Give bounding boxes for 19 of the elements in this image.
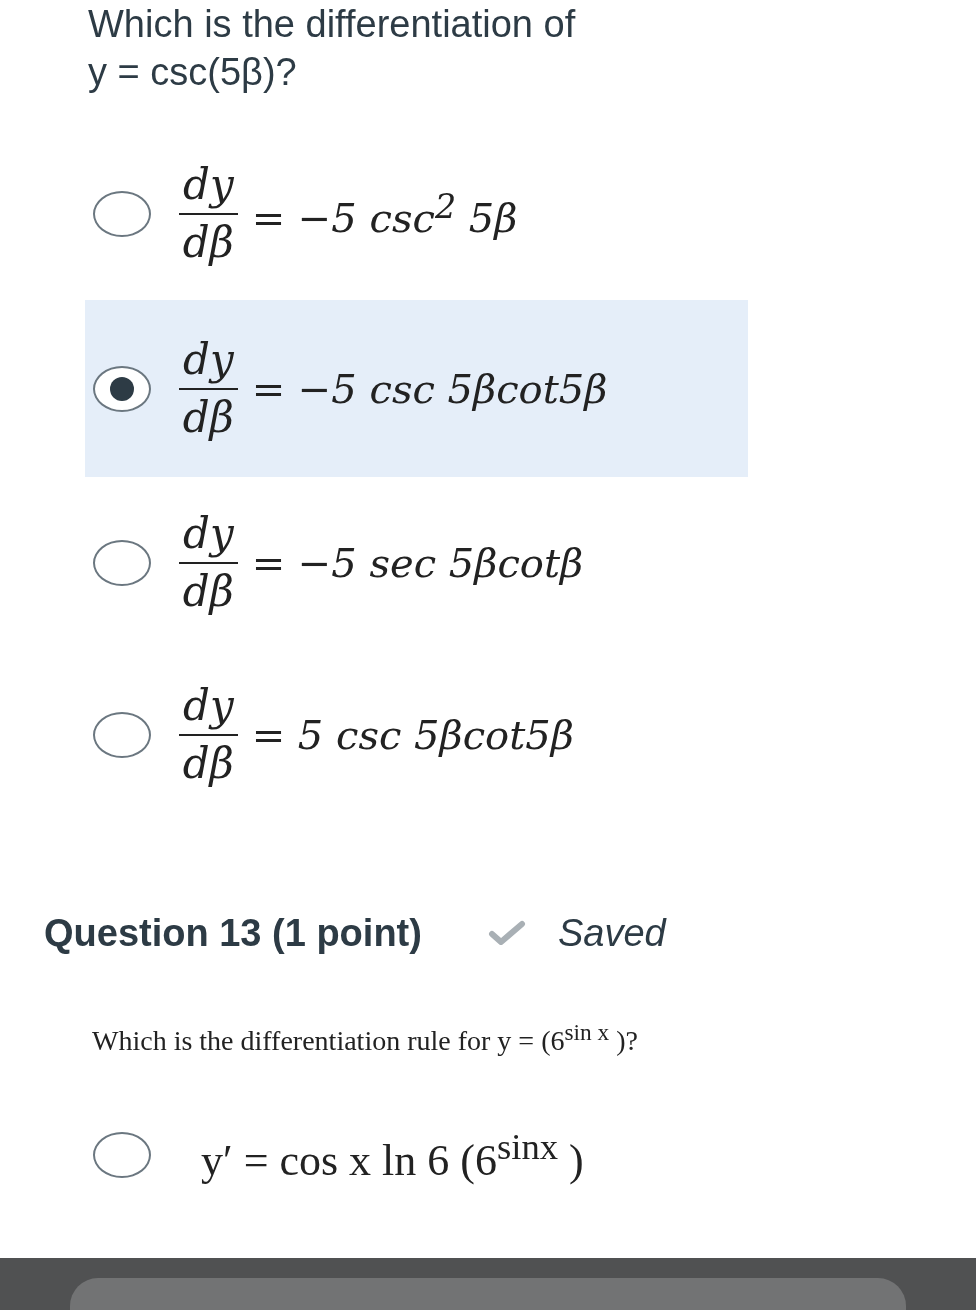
math-expression: = −5 csc 5βcot5β [251,365,608,412]
radio-button[interactable] [93,712,151,758]
radio-button[interactable] [93,540,151,586]
math-expression: y′ = cos x ln 6 (6$^{sinx}$ ) [201,1125,584,1186]
question-text: y = csc(5β)? [88,50,298,95]
fraction: dy dβ [179,678,238,792]
radio-button[interactable] [93,191,151,237]
fraction: dy dβ [179,506,238,620]
math-expression: = −5 sec 5βcotβ [251,540,584,586]
question-text: Which is the differentiation rule for y = (6$^{sin x}$ )? [92,1019,639,1058]
radio-button[interactable] [93,365,151,412]
math-expression: = 5 csc 5βcot5β [251,712,574,758]
radio-button[interactable] [93,1132,151,1179]
question-title: Question 13 (1 point) [44,911,422,955]
save-status: Saved [557,911,666,955]
fraction: dy dβ [179,157,238,271]
math-expression: = −5 csc$^{2}$ 5β [251,186,518,242]
fraction: dy dβ [179,331,238,446]
question-text: Which is the differentiation of [88,2,577,47]
